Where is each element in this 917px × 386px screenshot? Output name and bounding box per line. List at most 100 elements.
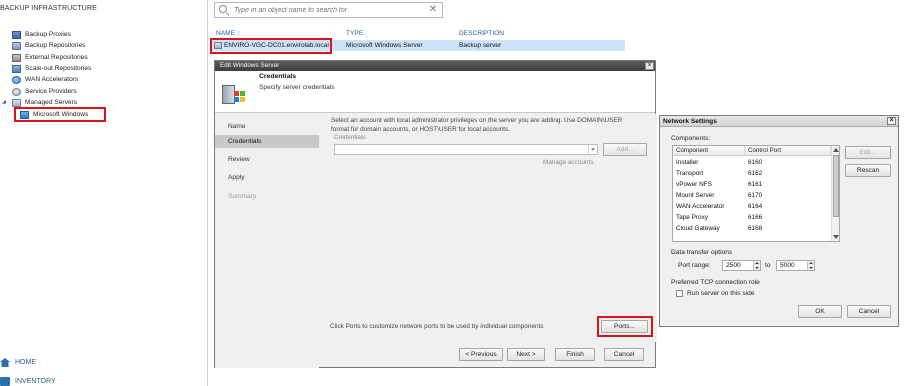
column-header-type[interactable]: TYPE <box>346 30 363 37</box>
clear-search-icon[interactable]: ✕ <box>428 5 438 15</box>
search-box[interactable]: ✕ <box>214 2 443 18</box>
column-header-control-port[interactable]: Control Port <box>745 146 831 156</box>
column-header-description[interactable]: DESCRIPTION <box>459 30 504 37</box>
tree-item-label: Managed Servers <box>25 99 78 106</box>
component-port: 6166 <box>748 214 763 221</box>
step-credentials[interactable]: Credentials <box>215 135 319 148</box>
tree-item-service-providers[interactable]: Service Providers <box>12 86 77 97</box>
port-range-from-stepper[interactable]: 2500 <box>722 260 761 271</box>
vertical-scrollbar[interactable] <box>831 146 839 241</box>
component-name: Installer <box>676 159 699 166</box>
run-server-checkbox-row[interactable]: Run server on this side <box>676 290 754 297</box>
component-port: 6160 <box>748 159 763 166</box>
table-row[interactable]: Tape Proxy 6166 <box>673 212 831 223</box>
rescan-button[interactable]: Rescan <box>845 164 891 177</box>
credentials-dropdown[interactable] <box>334 144 598 155</box>
scroll-down-icon[interactable] <box>833 235 839 239</box>
highlight-box <box>597 316 653 337</box>
dialog-titlebar[interactable]: Edit Windows Server × <box>215 61 655 71</box>
step-subtitle: Specify server credentials <box>259 84 335 91</box>
port-range-to-stepper[interactable]: 5000 <box>776 260 815 271</box>
dialog-header: Credentials Specify server credentials <box>215 71 655 113</box>
highlight-box <box>210 38 332 54</box>
spin-arrows-icon[interactable] <box>807 261 814 270</box>
to-label: to <box>765 262 771 269</box>
tree-item-wan-accelerators[interactable]: WAN Accelerators <box>12 74 78 85</box>
data-transfer-label: Data transfer options <box>671 249 733 256</box>
tree-item-external-repositories[interactable]: External Repositories <box>12 52 88 63</box>
external-repository-icon <box>12 53 21 62</box>
scroll-up-icon[interactable] <box>833 148 839 152</box>
previous-button[interactable]: < Previous <box>459 348 503 361</box>
column-header-component[interactable]: Component <box>673 146 745 156</box>
tree-item-backup-proxies[interactable]: Backup Proxies <box>12 29 71 40</box>
table-row[interactable]: Cloud Gateway 6168 <box>673 223 831 234</box>
tree-item-label: Scale-out Repositories <box>25 65 92 72</box>
highlight-box <box>14 107 106 122</box>
ok-button[interactable]: OK <box>798 305 842 318</box>
credentials-label: Credentials: <box>334 134 368 141</box>
component-port: 6161 <box>748 181 763 188</box>
chevron-down-icon[interactable] <box>588 145 597 154</box>
wizard-steps: Name Credentials Review Apply Summary <box>215 114 319 368</box>
step-summary: Summary <box>228 193 257 200</box>
tree-item-label: Service Providers <box>25 88 77 95</box>
cancel-button[interactable]: Cancel <box>847 305 891 318</box>
tree-item-scaleout-repositories[interactable]: Scale-out Repositories <box>12 63 91 74</box>
manage-accounts-link[interactable]: Manage accounts <box>543 159 593 166</box>
dialog-titlebar[interactable]: Network Settings × <box>660 116 898 127</box>
scroll-thumb[interactable] <box>833 155 839 217</box>
home-icon <box>0 358 10 367</box>
add-credentials-button[interactable]: Add... <box>603 143 647 156</box>
search-icon <box>219 4 230 16</box>
nav-inventory[interactable]: INVENTORY <box>0 377 56 386</box>
service-provider-icon <box>12 87 21 96</box>
expand-arrow-icon[interactable]: ◢ <box>2 99 6 105</box>
component-port: 6168 <box>748 225 763 232</box>
credentials-description: Select an account with local administrat… <box>331 117 623 133</box>
list-cell-description: Backup server <box>459 42 502 49</box>
next-button[interactable]: Next > <box>507 348 545 361</box>
wizard-content: Select an account with local administrat… <box>323 114 657 342</box>
step-apply[interactable]: Apply <box>215 171 319 184</box>
close-icon[interactable]: × <box>645 62 654 70</box>
component-name: WAN Accelerator <box>676 203 725 210</box>
tree-item-label: External Repositories <box>25 54 88 61</box>
nav-home-label: HOME <box>15 359 36 366</box>
component-name: Mount Server <box>676 192 715 199</box>
table-row[interactable]: Mount Server 6170 <box>673 190 831 201</box>
component-port: 6164 <box>748 203 763 210</box>
panel-header: BACKUP INFRASTRUCTURE <box>0 5 97 12</box>
component-name: Transport <box>676 170 704 177</box>
port-from-value: 2500 <box>726 262 741 269</box>
edit-windows-server-dialog: Edit Windows Server × Credentials Specif… <box>214 60 657 368</box>
column-header-name[interactable]: NAME ↑ <box>216 30 240 37</box>
table-row[interactable]: vPower NFS 6161 <box>673 179 831 190</box>
tree-item-backup-repositories[interactable]: Backup Repositories <box>12 40 85 51</box>
spin-arrows-icon[interactable] <box>753 261 760 270</box>
run-server-label: Run server on this side <box>687 290 755 297</box>
component-name: vPower NFS <box>676 181 712 188</box>
edit-port-button[interactable]: Edit... <box>845 146 891 159</box>
table-row[interactable]: Installer 6160 <box>673 157 831 168</box>
managed-servers-icon <box>12 98 21 107</box>
close-icon[interactable]: × <box>887 117 896 125</box>
step-name[interactable]: Name <box>215 120 319 133</box>
step-review[interactable]: Review <box>215 153 319 166</box>
inventory-icon <box>0 377 10 386</box>
run-server-checkbox[interactable] <box>676 290 683 297</box>
cancel-button[interactable]: Cancel <box>604 348 644 361</box>
dialog-title: Edit Windows Server <box>220 62 280 69</box>
search-input[interactable] <box>234 6 428 14</box>
table-row[interactable]: WAN Accelerator 6164 <box>673 201 831 212</box>
nav-inventory-label: INVENTORY <box>15 378 56 385</box>
tree-item-label: Backup Proxies <box>25 31 71 38</box>
port-range-label: Port range: <box>678 262 711 269</box>
repository-icon <box>12 41 21 50</box>
nav-home[interactable]: HOME <box>0 358 36 367</box>
backup-infrastructure-panel: BACKUP INFRASTRUCTURE Backup Proxies Bac… <box>0 0 208 386</box>
preferred-tcp-role-label: Preferred TCP connection role <box>671 279 760 286</box>
finish-button[interactable]: Finish <box>555 348 595 361</box>
table-row[interactable]: Transport 6162 <box>673 168 831 179</box>
components-table: Component Control Port Installer 6160 Tr… <box>672 145 840 242</box>
